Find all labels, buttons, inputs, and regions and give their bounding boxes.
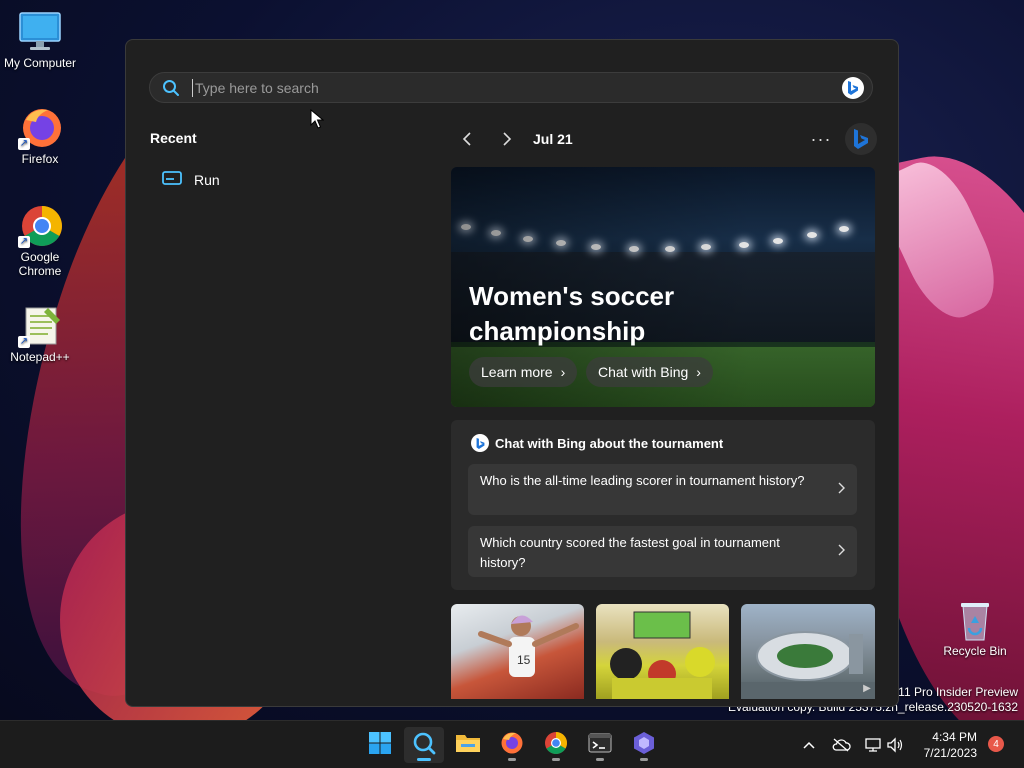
chat-with-bing-button[interactable]: Chat with Bing › — [586, 357, 713, 387]
thumbnail-fans[interactable] — [596, 604, 729, 699]
running-indicator — [596, 758, 604, 761]
firefox-icon — [500, 731, 524, 760]
svg-text:15: 15 — [517, 653, 531, 667]
chat-with-bing-label: Chat with Bing — [598, 364, 689, 380]
chrome-icon — [544, 731, 568, 760]
clock-date: 7/21/2023 — [923, 746, 977, 760]
soccer-fans-image — [610, 611, 715, 699]
learn-more-label: Learn more — [481, 364, 553, 380]
shortcut-arrow-icon: ↗ — [18, 336, 30, 348]
bing-chat-card: Chat with Bing about the tournament Who … — [451, 420, 875, 590]
desktop-icon-recycle-bin[interactable]: Recycle Bin — [935, 598, 1015, 658]
volume-icon[interactable] — [884, 734, 906, 756]
bing-icon — [471, 434, 489, 452]
run-icon — [162, 170, 182, 191]
taskbar-clock[interactable]: 4:34 PM 7/21/2023 — [915, 729, 977, 761]
soccer-player-image: 15 — [478, 615, 579, 677]
thumbnail-stadium[interactable] — [741, 604, 875, 699]
notepadpp-icon: ↗ — [18, 304, 62, 348]
chat-card-header: Chat with Bing about the tournament — [471, 434, 723, 452]
recent-heading: Recent — [150, 130, 197, 146]
desktop-icon-chrome[interactable]: ↗ Google Chrome — [0, 204, 80, 278]
app-icon — [632, 731, 656, 760]
recycle-bin-icon — [953, 598, 997, 642]
desktop-icon-firefox[interactable]: ↗ Firefox — [0, 106, 80, 166]
search-box[interactable] — [149, 72, 873, 103]
running-indicator — [640, 758, 648, 761]
search-panel: Recent Run Jul 21 ··· — [125, 39, 899, 707]
bing-chat-icon[interactable] — [845, 123, 877, 155]
recent-item-run[interactable]: Run — [150, 166, 420, 194]
mouse-cursor-icon — [310, 108, 325, 129]
taskbar: 4:34 PM 7/21/2023 — [0, 720, 1024, 768]
chat-question-1[interactable]: Who is the all-time leading scorer in to… — [468, 464, 857, 515]
chevron-left-icon[interactable] — [451, 125, 483, 153]
taskbar-app[interactable] — [624, 727, 664, 763]
taskbar-file-explorer[interactable] — [448, 727, 488, 763]
chat-card-heading: Chat with Bing about the tournament — [495, 435, 724, 451]
system-tray — [798, 721, 906, 768]
taskbar-terminal[interactable] — [580, 727, 620, 763]
notification-badge[interactable]: 4 — [988, 736, 1004, 752]
hero-title: Women's soccer championship — [469, 281, 675, 346]
thumbnail-player[interactable]: 15 — [451, 604, 584, 699]
taskbar-firefox[interactable] — [492, 727, 532, 763]
learn-more-button[interactable]: Learn more › — [469, 357, 578, 387]
running-indicator — [552, 758, 560, 761]
desktop-icon-label: Google Chrome — [18, 250, 62, 278]
chat-question-text: Which country scored the fastest goal in… — [480, 535, 780, 570]
network-icon[interactable] — [862, 734, 884, 756]
windows-start-icon — [368, 731, 392, 760]
bing-icon[interactable] — [842, 76, 864, 99]
desktop-icon-notepadpp[interactable]: ↗ Notepad++ — [0, 304, 80, 364]
carousel-next-icon[interactable]: ▶ — [859, 680, 875, 696]
chevron-right-icon: › — [560, 364, 566, 380]
search-icon — [412, 731, 436, 760]
clock-time: 4:34 PM — [932, 730, 977, 744]
hero-card-soccer[interactable]: Women's soccer championship Learn more ›… — [451, 167, 875, 407]
chat-question-2[interactable]: Which country scored the fastest goal in… — [468, 526, 857, 577]
shortcut-arrow-icon: ↗ — [18, 236, 30, 248]
desktop-icon-label: Firefox — [21, 152, 59, 166]
file-explorer-icon — [455, 732, 481, 759]
monitor-icon — [18, 10, 62, 54]
chrome-icon: ↗ — [18, 204, 62, 248]
desktop-icon-label: My Computer — [3, 56, 77, 70]
more-options-icon[interactable]: ··· — [805, 125, 837, 153]
firefox-icon: ↗ — [18, 106, 62, 150]
chat-question-text: Who is the all-time leading scorer in to… — [480, 473, 805, 488]
desktop-icon-my-computer[interactable]: My Computer — [0, 10, 80, 70]
chevron-right-icon[interactable] — [491, 125, 523, 153]
desktop-icon-label: Notepad++ — [10, 350, 70, 364]
taskbar-search-button[interactable] — [404, 727, 444, 763]
search-input[interactable] — [192, 78, 842, 97]
taskbar-chrome[interactable] — [536, 727, 576, 763]
highlight-date: Jul 21 — [533, 131, 573, 147]
search-icon — [162, 79, 180, 97]
chevron-right-icon — [837, 480, 845, 500]
chevron-right-icon — [837, 542, 845, 562]
running-indicator — [508, 758, 516, 761]
chevron-up-icon[interactable] — [798, 734, 820, 756]
terminal-icon — [588, 732, 612, 759]
onedrive-offline-icon[interactable] — [830, 734, 852, 756]
recent-item-label: Run — [194, 172, 220, 188]
start-button[interactable] — [360, 727, 400, 763]
highlights-nav: Jul 21 ··· — [451, 123, 877, 155]
chevron-right-icon: › — [696, 364, 701, 380]
desktop-icon-label: Recycle Bin — [943, 644, 1007, 658]
stadium-aerial-image — [741, 631, 875, 699]
shortcut-arrow-icon: ↗ — [18, 138, 30, 150]
active-indicator — [417, 758, 431, 761]
